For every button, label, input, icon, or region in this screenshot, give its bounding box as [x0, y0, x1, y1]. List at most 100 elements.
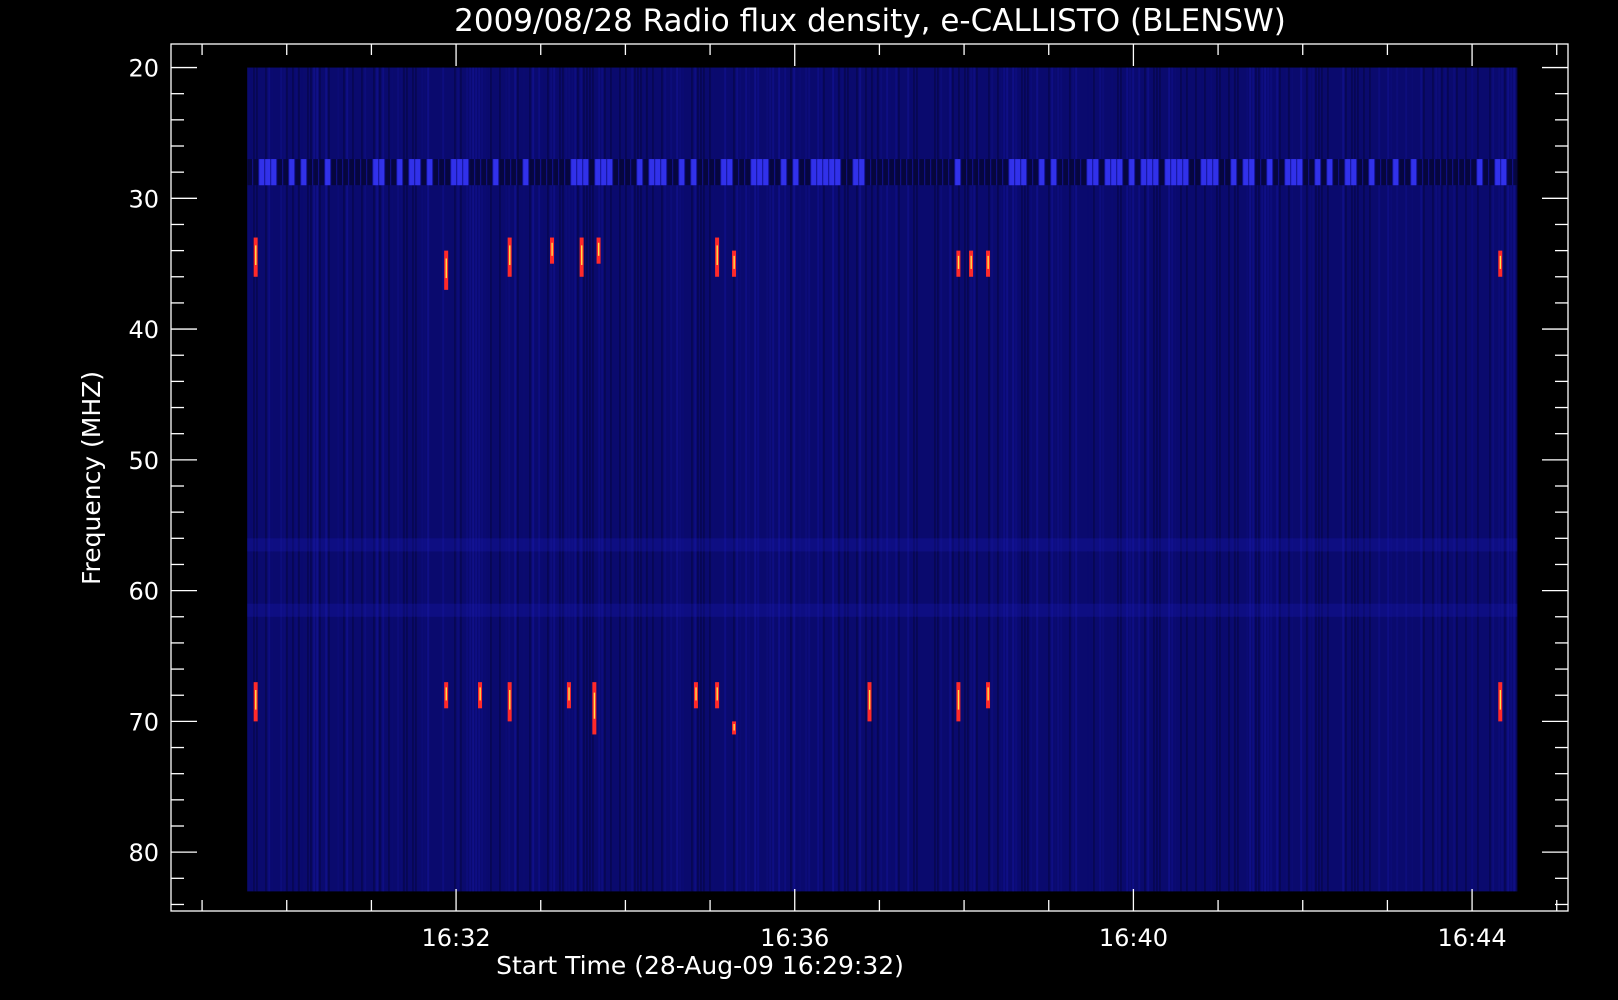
- band-cell: [1333, 159, 1339, 186]
- heatmap-column: [1390, 67, 1393, 892]
- band-cell: [1159, 159, 1165, 186]
- heatmap-band: [247, 538, 1518, 552]
- band-cell: [1405, 159, 1411, 186]
- band-cell: [889, 159, 895, 186]
- band-cell: [409, 159, 415, 186]
- band-cell: [457, 159, 463, 186]
- heatmap-column: [1498, 67, 1501, 892]
- heatmap-column: [1432, 67, 1434, 892]
- heatmap-column: [1117, 67, 1119, 892]
- band-cell: [1357, 159, 1363, 186]
- heatmap-column: [490, 67, 492, 892]
- heatmap-column: [529, 67, 531, 892]
- band-cell: [859, 159, 865, 186]
- band-cell: [607, 159, 613, 186]
- x-tick-label: 16:32: [421, 924, 490, 952]
- heatmap-column: [1111, 67, 1114, 892]
- band-cell: [727, 159, 733, 186]
- burst-peak: [987, 255, 989, 269]
- heatmap-column: [769, 67, 772, 892]
- heatmap-column: [766, 67, 769, 892]
- heatmap-column: [1369, 67, 1371, 892]
- band-cell: [835, 159, 841, 186]
- heatmap-column: [913, 67, 915, 892]
- heatmap-column: [1363, 67, 1365, 892]
- heatmap-column: [1441, 67, 1443, 892]
- heatmap-column: [835, 67, 838, 892]
- band-cell: [1141, 159, 1147, 186]
- heatmap-column: [265, 67, 267, 892]
- band-cell: [901, 159, 907, 186]
- band-cell: [1477, 159, 1483, 186]
- chart-title: 2009/08/28 Radio flux density, e-CALLIST…: [454, 3, 1286, 39]
- y-tick-label: 60: [128, 578, 159, 606]
- heatmap-column: [799, 67, 802, 892]
- band-cell: [1381, 159, 1387, 186]
- band-cell: [385, 159, 391, 186]
- heatmap-column: [637, 67, 639, 892]
- band-cell: [253, 159, 259, 186]
- band-cell: [1153, 159, 1159, 186]
- band-cell: [637, 159, 643, 186]
- band-cell: [919, 159, 925, 186]
- heatmap-column: [577, 67, 579, 892]
- burst-peak: [970, 255, 972, 269]
- band-cell: [931, 159, 937, 186]
- band-cell: [937, 159, 943, 186]
- heatmap-column: [1444, 67, 1447, 892]
- band-cell: [1303, 159, 1309, 186]
- heatmap-column: [1060, 67, 1063, 892]
- heatmap-column: [412, 67, 414, 892]
- band-cell: [481, 159, 487, 186]
- band-cell: [943, 159, 949, 186]
- heatmap-column: [973, 67, 976, 892]
- band-cell: [781, 159, 787, 186]
- heatmap-column: [670, 67, 673, 892]
- heatmap-column: [523, 67, 526, 892]
- heatmap-column: [745, 67, 748, 892]
- band-cell: [613, 159, 619, 186]
- heatmap-column: [499, 67, 501, 892]
- heatmap-column: [1306, 67, 1308, 892]
- band-cell: [1393, 159, 1399, 186]
- band-cell: [1255, 159, 1261, 186]
- band-cell: [955, 159, 961, 186]
- band-cell: [361, 159, 367, 186]
- band-cell: [283, 159, 289, 186]
- band-cell: [1231, 159, 1237, 186]
- heatmap-column: [316, 67, 319, 892]
- band-cell: [1015, 159, 1021, 186]
- band-cell: [925, 159, 931, 186]
- heatmap-column: [871, 67, 873, 892]
- heatmap-column: [886, 67, 889, 892]
- band-cell: [415, 159, 421, 186]
- band-cell: [655, 159, 661, 186]
- heatmap-column: [457, 67, 460, 892]
- heatmap-column: [1423, 67, 1425, 892]
- band-cell: [1045, 159, 1051, 186]
- heatmap-column: [301, 68, 303, 892]
- heatmap-column: [1201, 68, 1203, 892]
- band-cell: [1129, 159, 1135, 186]
- heatmap-column: [790, 67, 792, 892]
- band-cell: [1453, 159, 1459, 186]
- band-cell: [1351, 159, 1357, 186]
- heatmap-band: [247, 603, 1518, 617]
- heatmap-column: [1087, 68, 1089, 892]
- heatmap-column: [700, 67, 702, 892]
- band-cell: [883, 159, 889, 186]
- band-cell: [1207, 159, 1213, 186]
- heatmap-column: [1180, 67, 1182, 892]
- band-cell: [307, 159, 313, 186]
- heatmap-column: [877, 67, 879, 892]
- heatmap-column: [280, 67, 283, 892]
- heatmap-column: [319, 67, 321, 892]
- band-cell: [1291, 159, 1297, 186]
- heatmap-column: [547, 67, 549, 892]
- heatmap-column: [1216, 67, 1218, 892]
- x-tick-label: 16:44: [1437, 924, 1506, 952]
- heatmap-column: [475, 67, 478, 892]
- heatmap-column: [865, 67, 867, 892]
- band-cell: [1243, 159, 1249, 186]
- heatmap-column: [1327, 67, 1329, 892]
